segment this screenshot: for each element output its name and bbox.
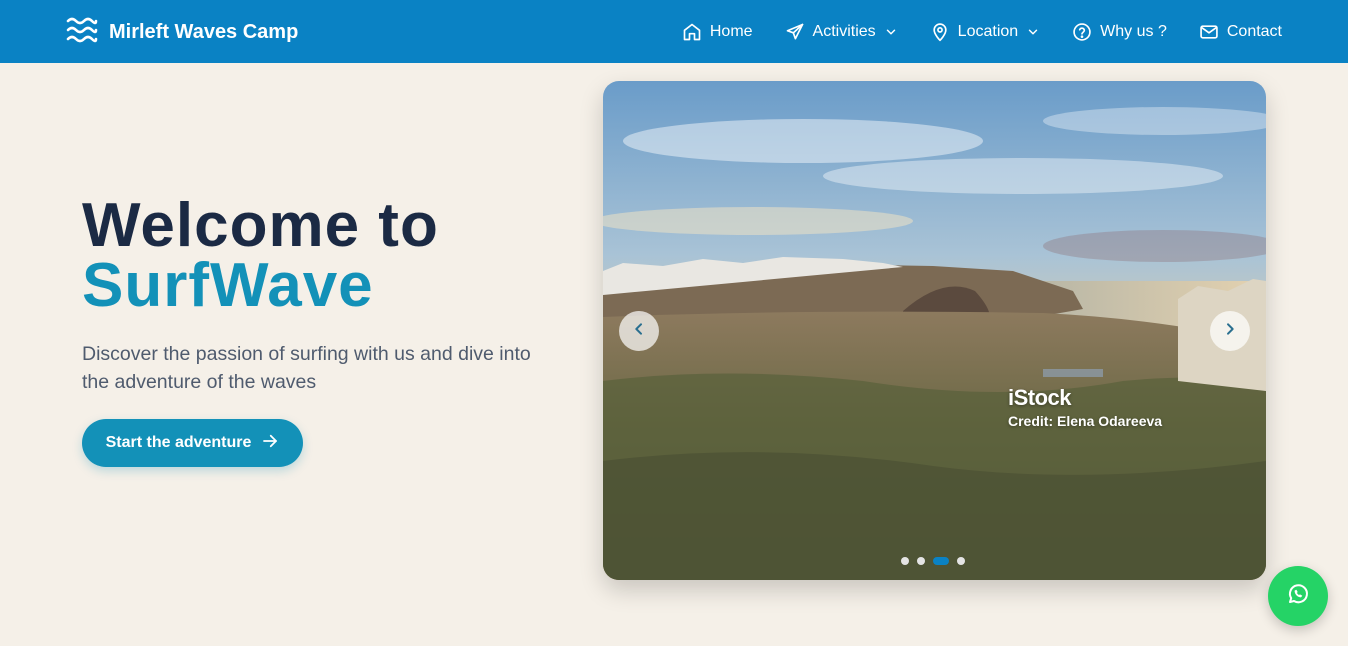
map-pin-icon (930, 22, 950, 42)
hero-title-line1: Welcome to (82, 191, 439, 260)
carousel-dot[interactable] (957, 557, 965, 565)
nav-item-label: Why us ? (1100, 22, 1167, 40)
image-watermark: iStock Credit: Elena Odareeva (1008, 385, 1162, 429)
home-icon (682, 22, 702, 42)
whatsapp-icon (1286, 582, 1310, 611)
watermark-credit: Credit: Elena Odareeva (1008, 413, 1163, 429)
hero-subtitle: Discover the passion of surfing with us … (82, 343, 531, 393)
carousel-dot[interactable] (917, 557, 925, 565)
image-carousel: iStock Credit: Elena Odareeva (603, 81, 1266, 580)
nav-item-label: Home (709, 22, 753, 40)
cta-label: Start the adventure (105, 434, 252, 451)
top-navbar: Mirleft Waves Camp Home Activities Locat… (0, 0, 1348, 63)
nav-item-activities[interactable]: Activities (785, 22, 898, 42)
hero-title: Welcome to SurfWave (82, 191, 439, 320)
carousel-prev-button[interactable] (619, 311, 659, 351)
nav-item-location[interactable]: Location (930, 22, 1041, 42)
waves-icon (66, 17, 98, 48)
brand-name: Mirleft Waves Camp (109, 21, 299, 43)
whatsapp-button[interactable] (1268, 566, 1328, 626)
mail-icon (1199, 22, 1219, 42)
nav-item-label: Contact (1226, 22, 1282, 40)
nav-item-contact[interactable]: Contact (1199, 22, 1282, 42)
hero-title-line2: SurfWave (82, 251, 374, 320)
carousel-dot[interactable] (901, 557, 909, 565)
carousel-next-button[interactable] (1210, 311, 1250, 351)
watermark-brand: iStock (1008, 385, 1072, 410)
main-nav: Home Activities Location Why us ? Contac… (682, 0, 1282, 63)
arrow-right-icon (261, 432, 279, 455)
chevron-right-icon (1222, 321, 1238, 342)
nav-item-home[interactable]: Home (682, 22, 753, 42)
carousel-dot[interactable] (933, 557, 949, 565)
nav-item-label: Location (957, 22, 1019, 40)
chevron-left-icon (631, 321, 647, 342)
plane-icon (785, 22, 805, 42)
start-adventure-button[interactable]: Start the adventure (82, 419, 303, 467)
nav-item-why-us[interactable]: Why us ? (1072, 22, 1167, 42)
carousel-slide-image (603, 81, 1266, 580)
carousel-indicators (901, 557, 965, 565)
help-circle-icon (1072, 22, 1092, 42)
nav-item-label: Activities (812, 22, 876, 40)
chevron-down-icon (1026, 25, 1040, 39)
chevron-down-icon (884, 25, 898, 39)
brand-link[interactable]: Mirleft Waves Camp (66, 17, 298, 48)
